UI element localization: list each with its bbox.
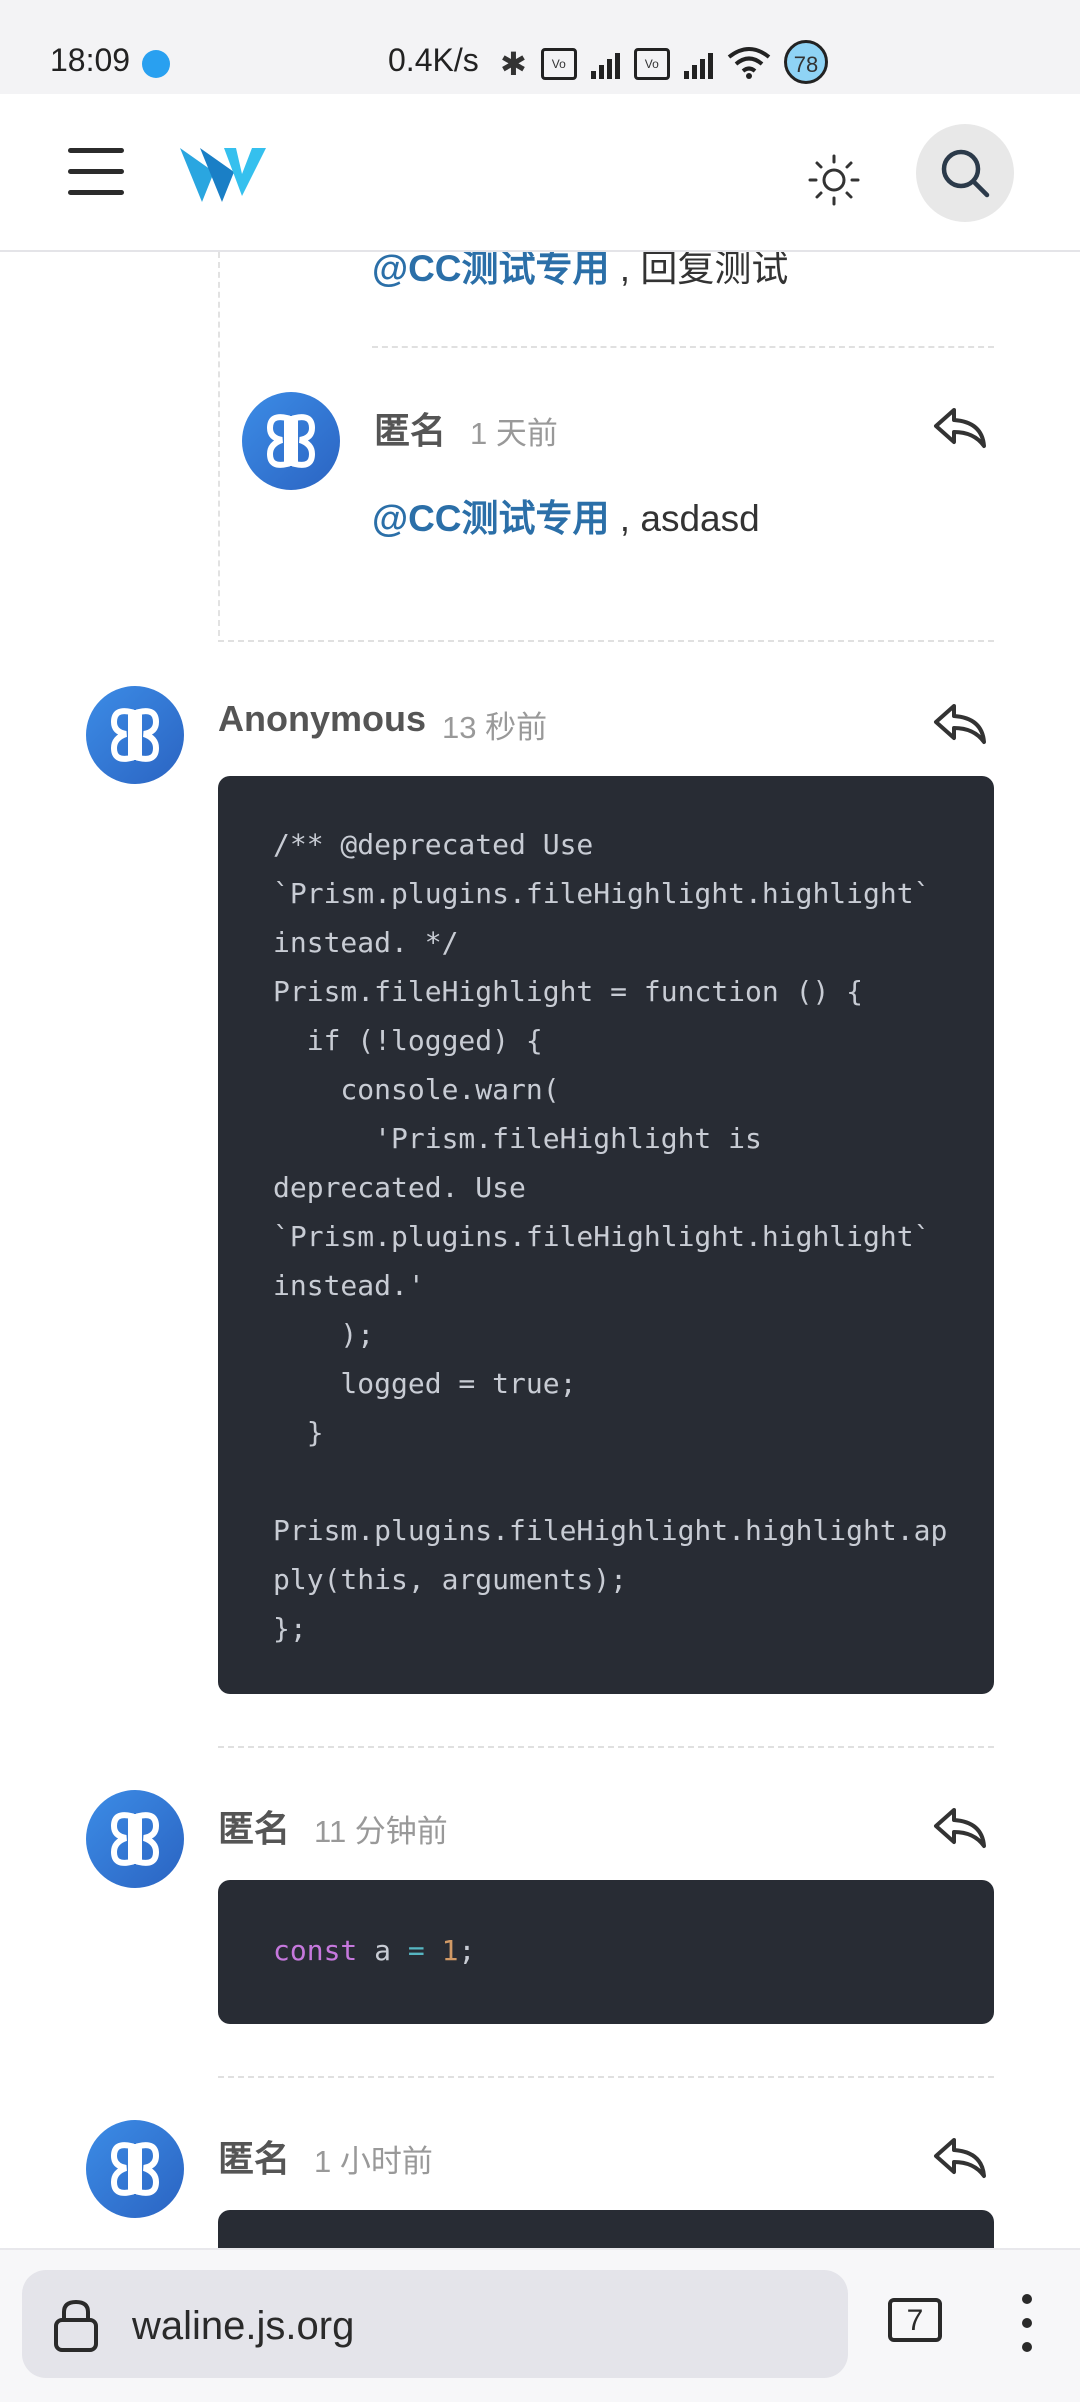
code-block [218,2210,994,2248]
reply-icon[interactable] [932,700,988,748]
waline-logo[interactable] [178,140,268,215]
site-header [0,94,1080,252]
thread-line [218,252,220,636]
search-icon [941,149,990,198]
battery-indicator: 78 [784,40,828,84]
comment-nick: 匿名 [374,410,447,451]
avatar[interactable] [242,392,340,490]
comment-time: 13 秒前 [442,710,548,745]
divider [372,346,994,348]
address-bar[interactable]: waline.js.org [22,2270,848,2378]
menu-icon[interactable] [68,148,124,196]
comment-list: @CC测试专用 , 回复测试 匿名 1 天前 @CC测试专用 , asdasd … [0,252,1080,2248]
sun-icon[interactable] [800,146,868,214]
reply-icon[interactable] [932,404,988,452]
browser-toolbar: waline.js.org 7 [0,2248,1080,2402]
divider [218,640,994,642]
code-block: /** @deprecated Use `Prism.plugins.fileH… [218,776,994,1694]
comment-content: @CC测试专用 , 回复测试 [372,252,788,292]
mention-link[interactable]: @CC测试专用 [372,252,610,289]
code-text: const a = 1; [273,1934,476,1967]
wifi-icon [727,45,771,84]
reply-icon[interactable] [932,1804,988,1852]
comment-nick: 匿名 [218,1808,291,1849]
avatar[interactable] [86,686,184,784]
status-icons: ✱ Vo Vo [500,44,771,84]
code-block: const a = 1; [218,1880,994,2024]
comment-nick: 匿名 [218,2138,291,2179]
code-text: /** @deprecated Use `Prism.plugins.fileH… [273,828,948,1645]
divider [218,1746,994,1748]
comment-time: 1 小时前 [314,2144,433,2179]
comment-time: 1 天前 [470,416,558,451]
avatar[interactable] [86,1790,184,1888]
comment-nick: Anonymous [218,698,427,739]
avatar[interactable] [86,2120,184,2218]
tab-switcher-button[interactable]: 7 [888,2298,942,2342]
url-text: waline.js.org [132,2304,355,2348]
notification-icon [142,50,170,78]
volte-icon: Vo [540,48,577,80]
signal-icon-2 [683,49,713,79]
lock-icon [54,2299,98,2352]
comment-content: @CC测试专用 , asdasd [372,498,760,539]
mention-link[interactable]: @CC测试专用 [372,498,610,539]
volte-icon-2: Vo [633,48,670,80]
bluetooth-icon: ✱ [500,46,527,82]
search-button[interactable] [916,124,1014,222]
network-speed: 0.4K/s [388,42,479,78]
comment-time: 11 分钟前 [314,1814,448,1849]
more-menu-icon[interactable] [1022,2294,1034,2354]
status-time: 18:09 [50,42,131,78]
reply-icon[interactable] [932,2134,988,2182]
divider [218,2076,994,2078]
signal-icon [590,49,620,79]
status-bar: 18:09 0.4K/s ✱ Vo Vo 78 [0,0,1080,94]
